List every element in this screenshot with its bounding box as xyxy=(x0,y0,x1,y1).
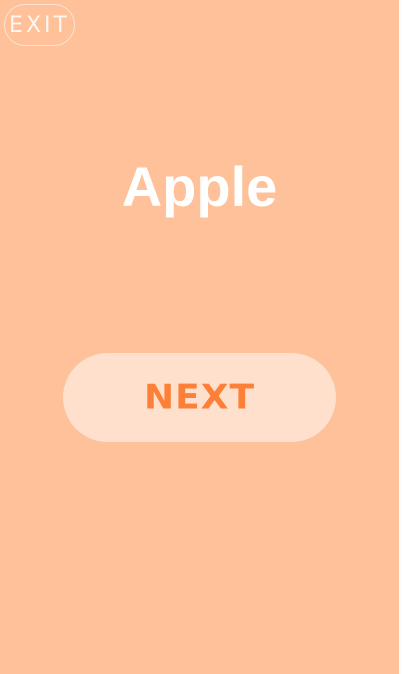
exit-label: EXIT xyxy=(9,12,70,38)
next-label: NEXT xyxy=(143,378,256,417)
exit-button[interactable]: EXIT xyxy=(4,4,75,46)
next-button[interactable]: NEXT xyxy=(63,353,336,442)
game-screen: EXIT Apple NEXT xyxy=(0,0,399,674)
word-text: Apple xyxy=(121,155,278,218)
